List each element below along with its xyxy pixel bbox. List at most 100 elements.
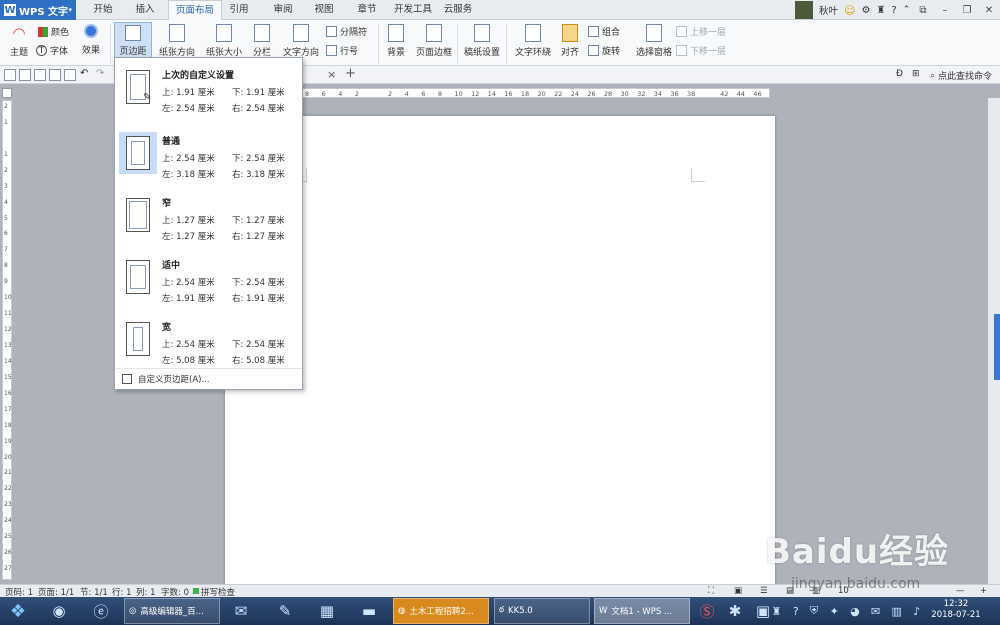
ruler-tick-label: 18 — [520, 90, 530, 98]
grid-setup-button[interactable]: 稿纸设置 — [462, 24, 502, 58]
chevron-down-icon: ▾ — [68, 6, 72, 14]
pen-icon[interactable]: ✎ — [270, 599, 300, 623]
wrap-text-label: 文字环绕 — [514, 48, 551, 58]
wrap-text-button[interactable]: 文字环绕 — [511, 24, 555, 58]
ie-icon[interactable]: ⓔ — [86, 599, 116, 623]
margin-option-wide[interactable]: 宽 上: 2.54 厘米 下: 2.54 厘米 左: 5.08 厘米 右: 5.… — [116, 314, 302, 376]
vertical-ruler[interactable]: 2 1 1 2 3 4 5 6 7 8 9 10 11 12 13 14 15 16 17 18 19 20 21 22 23 2… — [2, 100, 12, 580]
scrollbar-thumb[interactable] — [994, 314, 1000, 380]
page-border-button[interactable]: 页面边框 — [414, 24, 454, 58]
smiley-icon[interactable]: ☺ — [844, 4, 855, 17]
margin-option-narrow[interactable]: 窄 上: 1.27 厘米 下: 1.27 厘米 左: 1.27 厘米 右: 1.… — [116, 190, 302, 252]
task-kk[interactable]: ఠ KK5.0 — [494, 598, 590, 624]
preview-icon[interactable] — [64, 69, 76, 81]
tab-chapter[interactable]: 章节 — [350, 0, 384, 20]
task-wps[interactable]: W 文档1 - WPS ... — [594, 598, 690, 624]
app-icon[interactable]: ✱ — [720, 599, 750, 623]
effects-button[interactable]: 效果 — [78, 24, 104, 56]
send-backward-button[interactable]: 下移一层 — [676, 44, 726, 57]
send-backward-icon — [676, 45, 687, 56]
system-tray[interactable]: ♜? ⛨ ✦ ◕ ✉ ▥ ♪ — [766, 599, 926, 623]
app-icon[interactable]: ◉ — [44, 599, 74, 623]
breaks-button[interactable]: 分隔符 — [326, 25, 367, 38]
username[interactable]: 秋叶 — [819, 3, 838, 17]
paint-icon[interactable]: ⊞ — [912, 69, 920, 79]
wps-app-menu-button[interactable]: W WPS 文字 ▾ — [0, 0, 76, 20]
margins-button[interactable]: 页边距 — [114, 22, 152, 58]
text-direction-button[interactable]: 文字方向 — [280, 24, 322, 58]
custom-margins-item[interactable]: 自定义页边距(A)... — [116, 368, 302, 388]
document-page[interactable] — [225, 116, 775, 586]
close-icon[interactable]: ✕ — [978, 0, 1000, 20]
task-editor[interactable]: ◎ 高级编辑器_百... — [124, 598, 220, 624]
grid-setup-label: 稿纸设置 — [463, 48, 500, 58]
shirt-icon[interactable]: ♜ — [876, 5, 885, 16]
margin-option-moderate[interactable]: 适中 上: 2.54 厘米 下: 2.54 厘米 左: 1.91 厘米 右: 1… — [116, 252, 302, 314]
avatar[interactable] — [795, 1, 813, 19]
undo-icon[interactable]: ↶ — [80, 68, 88, 79]
tab-developer[interactable]: 开发工具 — [390, 0, 436, 20]
align-button[interactable]: 对齐 — [557, 24, 583, 58]
task-job[interactable]: ◍ 土木工程招聘2... — [393, 598, 489, 624]
taskbar-clock[interactable]: 12:32 2018-07-21 — [930, 599, 982, 621]
page-corner-mark — [691, 168, 705, 182]
theme-button[interactable]: ◠ 主题 — [6, 24, 32, 58]
page-view-icon[interactable]: ▣ — [734, 586, 742, 596]
quick-search[interactable]: ⌕ 点此查找命令 — [930, 69, 992, 83]
margin-option-normal[interactable]: 普通 上: 2.54 厘米 下: 2.54 厘米 左: 3.18 厘米 右: 3… — [116, 128, 302, 190]
margin-option-last-custom[interactable]: ✎ 上次的自定义设置 上: 1.91 厘米 下: 1.91 厘米 左: 2.54… — [116, 62, 302, 124]
new-tab-icon[interactable]: + — [345, 66, 356, 81]
align-label: 对齐 — [560, 48, 579, 58]
print-icon[interactable] — [49, 69, 61, 81]
ruler-tick-label: 14 — [487, 90, 496, 98]
tab-view[interactable]: 视图 — [307, 0, 341, 20]
fonts-button[interactable]: T 字体 — [36, 44, 68, 57]
clock-time: 12:32 — [943, 599, 969, 609]
close-tab-icon[interactable]: × — [327, 68, 336, 81]
colors-label: 颜色 — [51, 28, 70, 38]
background-button[interactable]: 背景 — [383, 24, 409, 58]
bring-forward-button[interactable]: 上移一层 — [676, 25, 726, 38]
orientation-button[interactable]: 纸张方向 — [155, 24, 199, 58]
tab-insert[interactable]: 插入 — [128, 0, 162, 20]
paper-size-button[interactable]: 纸张大小 — [203, 24, 245, 58]
window-controls: ⧉ – ❐ ✕ — [912, 0, 1000, 20]
ruler-tick-label: 32 — [637, 90, 646, 98]
wechat-icon[interactable]: ✉ — [226, 599, 256, 623]
format-icon[interactable]: Ð — [896, 69, 903, 79]
folder-icon[interactable]: ▬ — [354, 599, 384, 623]
shield-icon: ⛨ — [810, 604, 819, 617]
save-as-icon[interactable] — [34, 69, 46, 81]
group-button[interactable]: 组合 — [588, 25, 620, 38]
horizontal-ruler[interactable]: 8 6 4 2 2 4 6 8 10 12 14 16 18 20 22 24 26 28 30 32 34 36 38 42… — [300, 88, 770, 98]
ruler-corner-button[interactable] — [2, 88, 12, 98]
margin-top-value: 上: 2.54 厘米 — [162, 278, 215, 288]
tab-review[interactable]: 审阅 — [266, 0, 300, 20]
page-border-icon — [426, 24, 442, 42]
selection-pane-button[interactable]: 选择窗格 — [634, 24, 674, 58]
user-area: 秋叶 ☺ ⚙ ♜ ? ⌃ — [795, 0, 910, 20]
calculator-icon[interactable]: ▦ — [312, 599, 342, 623]
task-label: KK5.0 — [508, 606, 533, 616]
save-icon[interactable] — [19, 69, 31, 81]
app-icon[interactable]: Ⓢ — [692, 599, 722, 623]
settings-icon[interactable]: ⚙ — [861, 5, 870, 16]
minimize-icon[interactable]: – — [934, 0, 956, 20]
columns-button[interactable]: 分栏 — [249, 24, 275, 58]
help-icon[interactable]: ? — [891, 5, 896, 16]
colors-button[interactable]: 颜色 — [38, 25, 69, 38]
line-numbers-button[interactable]: 行号 — [326, 44, 358, 57]
tab-cloud[interactable]: 云服务 — [440, 0, 476, 20]
tab-page-layout[interactable]: 页面布局 — [168, 0, 222, 21]
collapse-icon[interactable]: ⌃ — [903, 5, 911, 15]
open-icon[interactable] — [4, 69, 16, 81]
maximize-icon[interactable]: ❐ — [956, 0, 978, 20]
tab-home[interactable]: 开始 — [86, 0, 120, 20]
fullscreen-icon[interactable]: ⛶ — [708, 586, 714, 596]
start-button[interactable]: ❖ — [2, 597, 34, 625]
rotate-button[interactable]: 旋转 — [588, 44, 620, 57]
redo-icon[interactable]: ↷ — [96, 68, 104, 79]
tab-references[interactable]: 引用 — [222, 0, 256, 20]
restore-icon[interactable]: ⧉ — [912, 0, 934, 20]
line-numbers-label: 行号 — [340, 47, 359, 57]
